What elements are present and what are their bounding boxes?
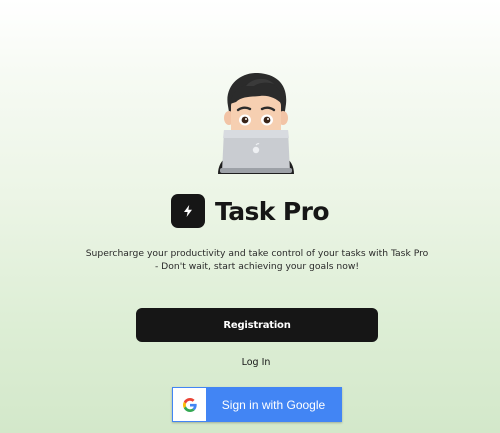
google-sign-in-label: Sign in with Google <box>221 397 326 412</box>
app-logo <box>171 194 206 228</box>
brand: Task Pro <box>0 191 500 231</box>
tagline: Supercharge your productivity and take c… <box>85 248 429 272</box>
google-icon-container <box>173 388 206 421</box>
google-g-icon <box>182 397 197 412</box>
avatar-icon <box>218 72 294 174</box>
welcome-page: Task Pro Supercharge your productivity a… <box>0 0 500 433</box>
registration-button[interactable]: Registration <box>136 308 378 342</box>
login-link[interactable]: Log In <box>0 357 500 368</box>
registration-button-label: Registration <box>223 319 291 331</box>
google-sign-in-button[interactable]: Sign in with Google <box>172 387 342 422</box>
lightning-bolt-icon <box>184 205 193 217</box>
app-name: Task Pro <box>215 196 330 226</box>
